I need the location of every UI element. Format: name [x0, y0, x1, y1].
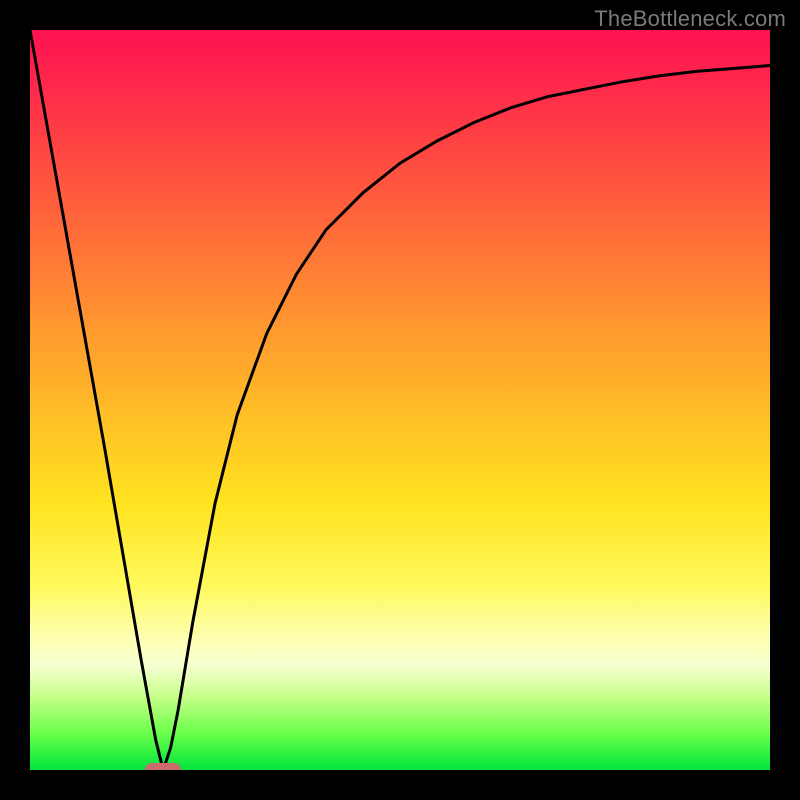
bottleneck-curve-path [30, 30, 770, 770]
optimum-marker [145, 763, 181, 770]
curve-svg [30, 30, 770, 770]
plot-area [30, 30, 770, 770]
watermark-text: TheBottleneck.com [594, 6, 786, 32]
chart-frame: TheBottleneck.com [0, 0, 800, 800]
